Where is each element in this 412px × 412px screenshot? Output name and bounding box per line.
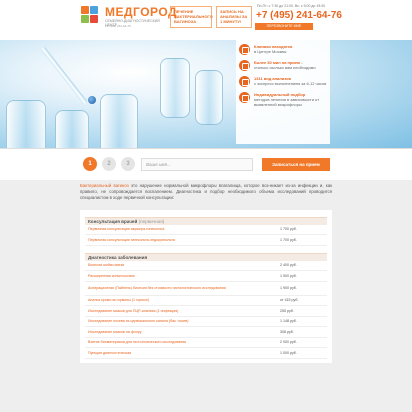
location-icon: [239, 44, 250, 55]
section-header: Диагностика заболевания: [85, 252, 327, 261]
table-row[interactable]: Исследование мазков для ПЦР-анализа (1 и…: [85, 306, 327, 317]
treatment-info-box: ЛЕЧЕНИЕ БАКТЕРИАЛЬНОГО ВАГИНОЗА: [170, 6, 213, 28]
page: МЕДГОРОД СЕМЕЙНО-ДИАГНОСТИЧЕСКИЙ ЦЕНТР +…: [0, 0, 412, 412]
step-3[interactable]: 3: [121, 157, 135, 171]
intro-highlight-link[interactable]: Бактериальный вагиноз: [80, 183, 129, 188]
logo-phone: +7 (495) 241-64-76: [105, 24, 131, 28]
intro-paragraph: Бактериальный вагиноз это нарушение норм…: [80, 183, 332, 201]
section-header: Консультация врачей (первичная): [85, 216, 327, 225]
booking-info-box: ЗАПИСЬ НА АНАЛИЗЫ ЗА 1 МИНУТУ!: [216, 6, 252, 28]
main-content: Бактериальный вагиноз это нарушение норм…: [80, 183, 332, 363]
booking-bar: 1 2 3 Ваше имя... Записаться на прием: [0, 148, 412, 180]
feature-location: Клиники находятся в Центре Москвы: [239, 44, 327, 55]
table-row[interactable]: Исследование мазков на флору 308 руб.: [85, 327, 327, 338]
header-phone[interactable]: +7 (495) 241-64-76: [256, 10, 342, 21]
feature-treatment: Индивидуальный подбор методов лечения в з…: [239, 92, 327, 107]
feature-time: Более 30 мин на прием - столько сколько в…: [239, 60, 327, 71]
features-panel: Клиники находятся в Центре Москвы Более 3…: [236, 40, 330, 144]
callback-button[interactable]: ПЕРЕЗВОНИТЕ МНЕ: [255, 23, 313, 30]
table-row[interactable]: Первичная консультация акушера-гинеколог…: [85, 225, 327, 236]
site-header: МЕДГОРОД СЕМЕЙНО-ДИАГНОСТИЧЕСКИЙ ЦЕНТР +…: [0, 0, 412, 40]
price-table: Консультация врачей (первичная) Первична…: [80, 209, 332, 363]
table-row[interactable]: Исследование посева из цервикального кан…: [85, 317, 327, 328]
table-row[interactable]: Расширенная кольпоскопия 1 500 руб.: [85, 271, 327, 282]
flask-icon: [239, 76, 250, 87]
table-row[interactable]: Анализ крови на гормоны (1 гормон) от 415…: [85, 296, 327, 307]
step-1[interactable]: 1: [83, 157, 97, 171]
name-input[interactable]: Ваше имя...: [141, 158, 253, 171]
table-row[interactable]: Аспирационная (Пайпель) биопсия без стои…: [85, 282, 327, 296]
drop-illustration: [88, 96, 96, 104]
logo-title[interactable]: МЕДГОРОД: [105, 5, 177, 19]
table-row[interactable]: Биопсия шейки матки 2 400 руб.: [85, 261, 327, 272]
table-row[interactable]: Первичная консультация гинеколога-эндокр…: [85, 235, 327, 246]
feature-tests: 1311 вид анализов с экспресс выполнением …: [239, 76, 327, 87]
table-row[interactable]: Пункция диагностическая 1 000 руб.: [85, 348, 327, 359]
logo-icon[interactable]: [81, 6, 101, 26]
doctor-icon: [239, 92, 250, 103]
submit-appointment-button[interactable]: Записаться на прием: [262, 158, 330, 171]
hero-image: [0, 40, 412, 148]
step-2[interactable]: 2: [102, 157, 116, 171]
working-hours: Пн-Пт: с 7:30 до 21:00, Вс: с 9:00 до 19…: [257, 4, 326, 8]
pipette-illustration: [40, 46, 88, 105]
table-row[interactable]: Взятие биоматериала для гистологического…: [85, 338, 327, 349]
clock-icon: [239, 60, 250, 71]
